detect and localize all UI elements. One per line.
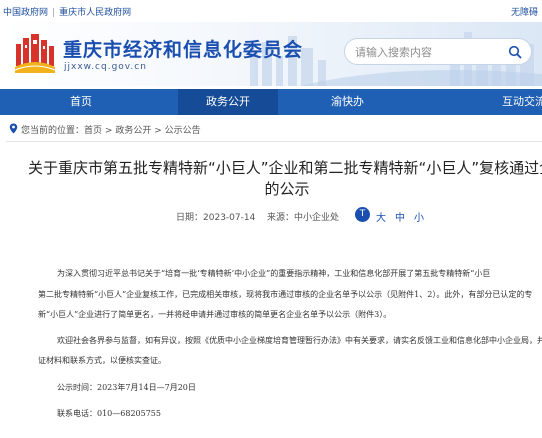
- breadcrumb: 您当前的位置：首页 > 政务公开 > 公示公告: [0, 117, 542, 139]
- nav-item-gov-affairs[interactable]: 政务公开: [178, 89, 278, 115]
- site-title[interactable]: 重庆市经济和信息化委员会: [63, 35, 303, 62]
- site-header: 重庆市经济和信息化委员会 jjxxw.cq.gov.cn: [0, 22, 542, 86]
- paragraph-1-line-1: 为深入贯彻习近平总书记关于“培育一批‘专精特新’中小企业”的重要指示精神，工业和…: [57, 269, 491, 278]
- city-gov-link[interactable]: 重庆市人民政府网: [59, 8, 131, 18]
- content-divider: [6, 141, 542, 142]
- site-logo: [14, 34, 56, 73]
- date-value: 2023-07-14: [203, 213, 256, 223]
- site-url: jjxxw.cq.gov.cn: [64, 62, 147, 72]
- article-title-line-1: 关于重庆市第五批专精特新“小巨人”企业和第二批专精特新“小巨人”复核通过企: [28, 159, 542, 177]
- font-size-large-button[interactable]: 大: [376, 209, 386, 224]
- date-label: 日期：: [176, 213, 204, 223]
- font-size-icon: T: [355, 207, 370, 222]
- article-source: 来源：中小企业处: [267, 210, 339, 223]
- paragraph-2-line-2: 证材料和联系方式，以便核实查证。: [38, 356, 166, 365]
- external-links: 中国政府网 | 重庆市人民政府网: [3, 5, 131, 18]
- top-utility-bar: 中国政府网 | 重庆市人民政府网 无障碍: [0, 0, 542, 22]
- article-date: 日期：2023-07-14: [176, 210, 255, 223]
- breadcrumb-separator: >: [104, 126, 113, 136]
- search-box: [344, 38, 532, 65]
- publicity-period: 公示时间：2023年7月14日—7月20日: [57, 383, 196, 392]
- accessibility-area: 无障碍: [511, 5, 538, 18]
- source-value: 中小企业处: [294, 213, 340, 223]
- paragraph-1-line-2: 第二批专精特新“小巨人”企业复核工作，已完成相关审核，现将我市通过审核的企业名单…: [38, 290, 533, 299]
- source-label: 来源：: [267, 213, 295, 223]
- breadcrumb-separator: >: [154, 126, 162, 136]
- accessibility-link[interactable]: 无障碍: [511, 8, 538, 18]
- link-separator: |: [52, 8, 56, 18]
- breadcrumb-home[interactable]: 首页: [84, 126, 102, 136]
- location-pin-icon: [9, 123, 18, 134]
- breadcrumb-prefix: 您当前的位置：: [21, 126, 85, 136]
- font-size-small-button[interactable]: 小: [414, 209, 424, 224]
- article-meta: 日期：2023-07-14 来源：中小企业处 T 大 中 小: [0, 207, 542, 225]
- paragraph-2-line-1: 欢迎社会各界参与监督，如有异议，按照《优质中小企业梯度培育管理暂行办法》中有关要…: [57, 336, 542, 345]
- font-size-medium-button[interactable]: 中: [395, 209, 405, 224]
- nav-item-home[interactable]: 首页: [70, 89, 92, 115]
- main-nav: 首页 政务公开 渝快办 互动交流: [0, 89, 542, 115]
- breadcrumb-text: 您当前的位置：首页 > 政务公开 > 公示公告: [21, 123, 201, 136]
- article-title: 关于重庆市第五批专精特新“小巨人”企业和第二批专精特新“小巨人”复核通过企 的公…: [18, 158, 542, 200]
- gov-link[interactable]: 中国政府网: [3, 8, 48, 18]
- breadcrumb-gov-affairs[interactable]: 政务公开: [115, 126, 151, 136]
- breadcrumb-announcements[interactable]: 公示公告: [165, 126, 201, 136]
- search-icon[interactable]: [508, 45, 522, 59]
- paragraph-1-line-3: 新“小巨人”企业进行了简单更名，一并将经申请并通过审核的简单更名企业名单予以公示…: [38, 310, 392, 319]
- contact-phone: 联系电话：010—68205755: [57, 409, 161, 418]
- nav-item-yukuaiban[interactable]: 渝快办: [331, 89, 364, 115]
- nav-item-interaction[interactable]: 互动交流: [502, 89, 542, 115]
- article-title-line-2: 的公示: [264, 180, 310, 198]
- search-input[interactable]: [355, 44, 505, 60]
